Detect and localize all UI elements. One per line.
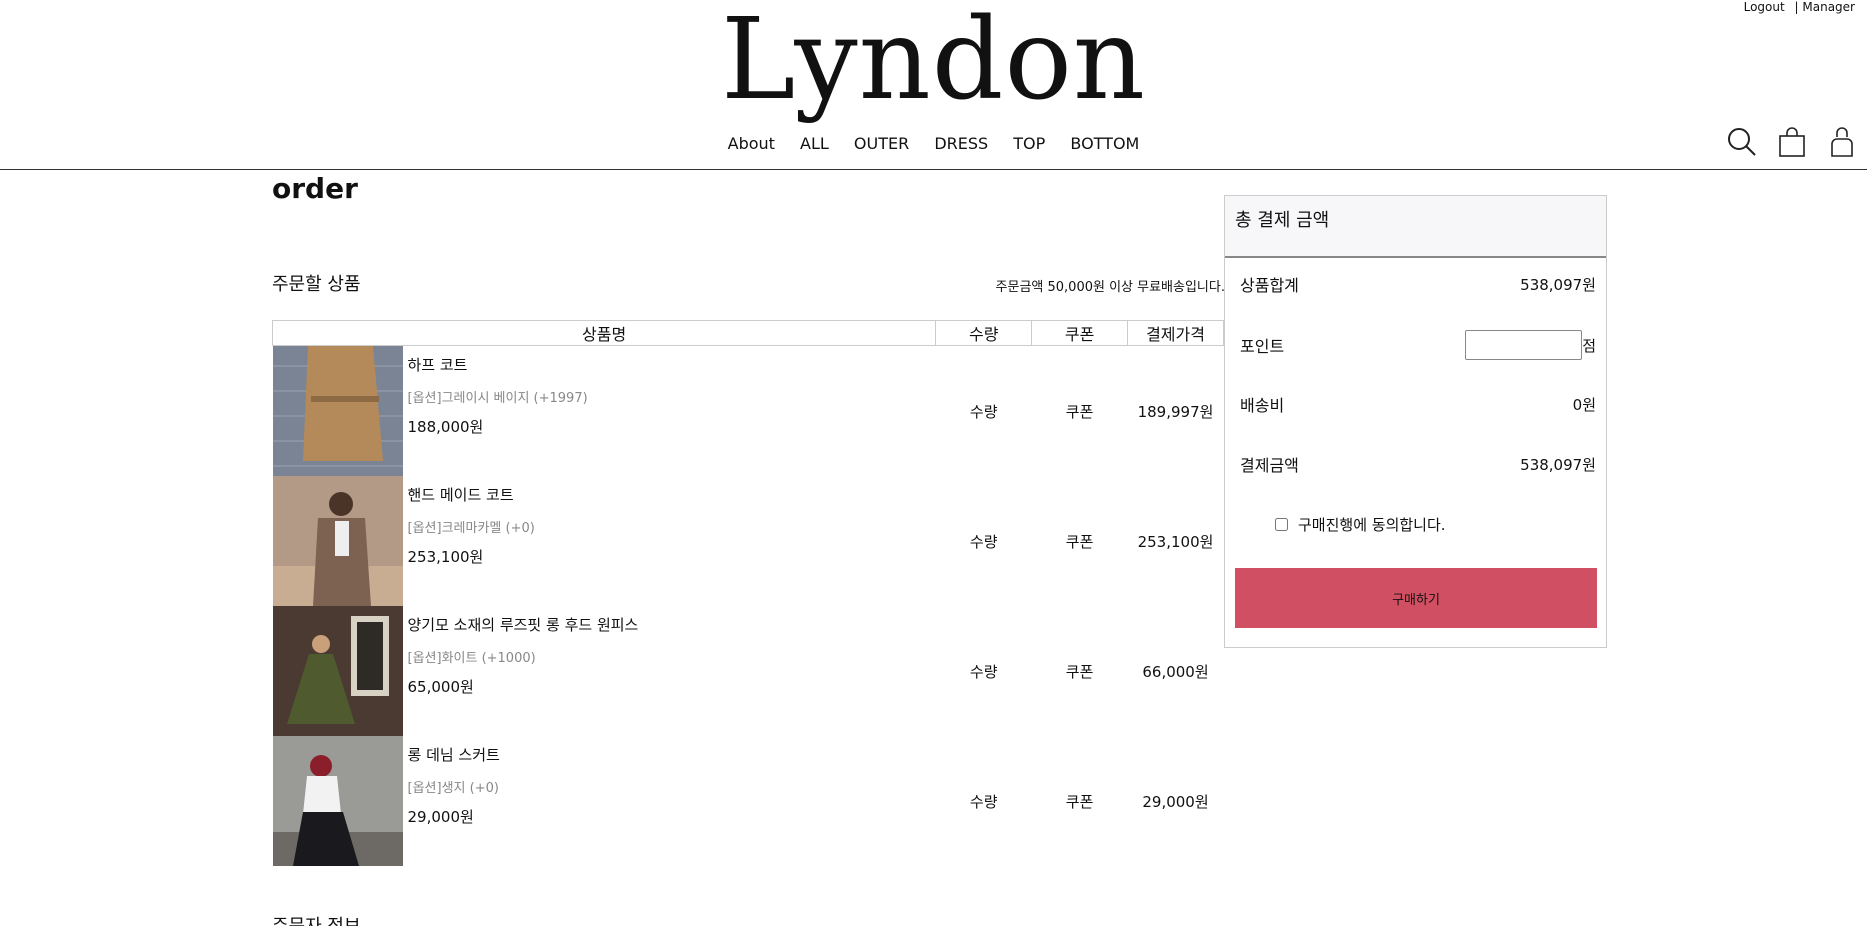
product-price: 188,000원 <box>407 418 484 436</box>
product-image[interactable] <box>272 736 403 866</box>
order-table: 상품명 수량 쿠폰 결제가격 하프 코트 [옵션]그레이시 베이지 (+1997… <box>271 320 1224 866</box>
quantity-cell[interactable]: 수량 <box>936 346 1032 477</box>
product-price: 65,000원 <box>407 678 474 696</box>
total-label: 결제금액 <box>1240 456 1299 475</box>
product-name[interactable]: 양기모 소재의 루즈핏 롱 후드 원피스 <box>408 614 639 635</box>
point-unit: 점 <box>1582 336 1596 355</box>
coupon-cell[interactable]: 쿠폰 <box>1032 736 1128 866</box>
summary-title: 총 결제 금액 <box>1225 196 1606 258</box>
user-icon[interactable] <box>1827 126 1857 158</box>
shopping-bag-icon[interactable] <box>1777 126 1807 158</box>
shipping-note: 주문금액 50,000원 이상 무료배송입니다. <box>995 280 1225 295</box>
product-image[interactable] <box>272 476 403 606</box>
header-product: 상품명 <box>271 320 937 346</box>
product-price: 29,000원 <box>407 808 474 826</box>
product-option: [옵션]화이트 (+1000) <box>407 651 536 666</box>
payment-summary: 총 결제 금액 상품합계 538,097원 포인트 점 배송비 0원 결제금액 … <box>1224 195 1607 648</box>
nav-item-about[interactable]: About <box>728 134 775 153</box>
coupon-cell[interactable]: 쿠폰 <box>1032 346 1128 477</box>
agree-row[interactable]: 구매진행에 동의합니다. <box>1275 514 1446 535</box>
quantity-cell[interactable]: 수량 <box>936 736 1032 866</box>
main-nav: About ALL OUTER DRESS TOP BOTTOM <box>0 134 1867 153</box>
payment-price: 29,000원 <box>1142 792 1209 811</box>
table-row: 양기모 소재의 루즈핏 롱 후드 원피스 [옵션]화이트 (+1000) 65,… <box>272 606 1224 736</box>
product-name[interactable]: 핸드 메이드 코트 <box>408 484 535 505</box>
header-icons <box>1727 126 1857 158</box>
product-image[interactable] <box>272 346 403 476</box>
product-option: [옵션]생지 (+0) <box>407 781 499 796</box>
header-divider <box>0 169 1867 170</box>
agree-label: 구매진행에 동의합니다. <box>1298 516 1446 534</box>
header-coupon: 쿠폰 <box>1031 320 1129 346</box>
shipping-value: 0원 <box>1572 395 1596 414</box>
total-value: 538,097원 <box>1520 455 1596 474</box>
agree-checkbox[interactable] <box>1275 518 1288 531</box>
product-price: 253,100원 <box>407 548 484 566</box>
subtotal-value: 538,097원 <box>1520 275 1596 294</box>
nav-item-dress[interactable]: DRESS <box>934 134 988 153</box>
header-quantity: 수량 <box>935 320 1033 346</box>
coupon-cell[interactable]: 쿠폰 <box>1032 606 1128 736</box>
table-row: 하프 코트 [옵션]그레이시 베이지 (+1997) 188,000원 수량 쿠… <box>272 346 1224 477</box>
point-input[interactable] <box>1465 330 1583 360</box>
payment-price: 66,000원 <box>1142 662 1209 681</box>
quantity-cell[interactable]: 수량 <box>936 606 1032 736</box>
search-icon[interactable] <box>1727 126 1757 158</box>
buy-button[interactable]: 구매하기 <box>1235 568 1597 628</box>
subtotal-label: 상품합계 <box>1240 276 1299 295</box>
header-payment: 결제가격 <box>1127 320 1224 346</box>
table-row: 핸드 메이드 코트 [옵션]크레마카멜 (+0) 253,100원 수량 쿠폰 … <box>272 476 1224 606</box>
product-option: [옵션]그레이시 베이지 (+1997) <box>407 391 588 406</box>
site-logo[interactable]: Lyndon <box>0 0 1867 125</box>
quantity-cell[interactable]: 수량 <box>936 476 1032 606</box>
point-row: 포인트 점 <box>1240 330 1596 360</box>
nav-item-all[interactable]: ALL <box>800 134 829 153</box>
product-option: [옵션]크레마카멜 (+0) <box>407 521 535 536</box>
page-title: order <box>272 172 358 205</box>
nav-item-top[interactable]: TOP <box>1013 134 1045 153</box>
orderer-info-title: 주문자 정보 <box>272 912 361 926</box>
nav-item-bottom[interactable]: BOTTOM <box>1070 134 1139 153</box>
nav-item-outer[interactable]: OUTER <box>854 134 909 153</box>
product-name[interactable]: 하프 코트 <box>408 354 588 375</box>
shipping-row: 배송비 0원 <box>1240 392 1596 416</box>
point-label: 포인트 <box>1240 337 1285 356</box>
subtotal-row: 상품합계 538,097원 <box>1240 272 1596 296</box>
product-image[interactable] <box>272 606 403 736</box>
shipping-label: 배송비 <box>1240 396 1285 415</box>
payment-price: 253,100원 <box>1137 532 1214 551</box>
product-name[interactable]: 롱 데님 스커트 <box>408 744 500 765</box>
total-row: 결제금액 538,097원 <box>1240 452 1596 476</box>
coupon-cell[interactable]: 쿠폰 <box>1032 476 1128 606</box>
table-row: 롱 데님 스커트 [옵션]생지 (+0) 29,000원 수량 쿠폰 29,00… <box>272 736 1224 866</box>
order-items-title: 주문할 상품 <box>272 274 361 295</box>
payment-price: 189,997원 <box>1137 402 1214 421</box>
